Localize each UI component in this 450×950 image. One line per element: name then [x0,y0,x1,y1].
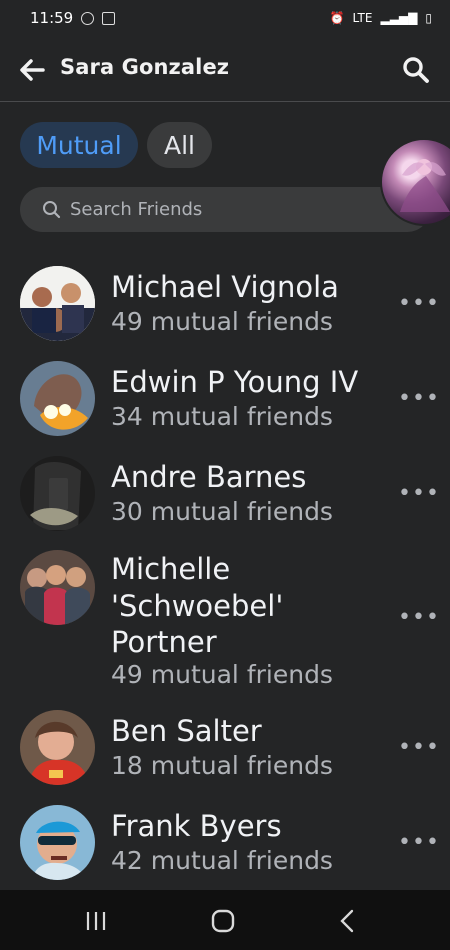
friend-options-button[interactable]: ••• [398,483,439,505]
page-title: Sara Gonzalez [60,55,230,79]
mutual-friends-count: 30 mutual friends [111,497,333,526]
friend-options-button[interactable]: ••• [398,607,439,629]
friend-avatar[interactable] [20,361,95,436]
friend-name[interactable]: Michelle 'Schwoebel' Portner [111,551,376,661]
back-arrow-icon[interactable] [16,54,48,86]
network-label: LTE [352,11,373,25]
friend-name[interactable]: Frank Byers [111,808,282,844]
status-bar: 11:59 ⏰ LTE ▂▃▅▇ ▯ [0,0,450,36]
search-field-icon [43,200,61,218]
home-icon[interactable] [205,905,241,937]
mutual-friends-count: 18 mutual friends [111,751,333,780]
friend-avatar[interactable] [20,550,95,625]
search-icon[interactable] [400,54,432,86]
status-left: 11:59 [30,9,116,27]
friend-name[interactable]: Andre Barnes [111,459,306,495]
friend-avatar[interactable] [20,266,95,341]
mutual-friends-count: 49 mutual friends [111,307,333,336]
tab-all[interactable]: All [147,122,212,168]
friend-name[interactable]: Ben Salter [111,713,262,749]
status-right: ⏰ LTE ▂▃▅▇ ▯ [330,11,432,25]
mutual-friends-count: 49 mutual friends [111,660,333,689]
friend-options-button[interactable]: ••• [398,737,439,759]
battery-icon: ▯ [425,11,432,25]
messenger-notification-icon [81,11,95,25]
friend-avatar[interactable] [20,710,95,785]
image-notification-icon [102,11,116,25]
friend-options-button[interactable]: ••• [398,832,439,854]
signal-icon: ▂▃▅▇ [380,11,418,25]
mutual-friends-count: 34 mutual friends [111,402,333,431]
top-app-bar: Sara Gonzalez [0,38,450,102]
mutual-friends-count: 42 mutual friends [111,846,333,875]
friend-list-item[interactable]: Andre Barnes 30 mutual friends ••• [0,456,450,536]
friend-avatar[interactable] [20,456,95,531]
friend-avatar[interactable] [20,805,95,880]
friend-list-item[interactable]: Edwin P Young IV 34 mutual friends ••• [0,361,450,441]
search-friends-input[interactable]: Search Friends [20,187,430,232]
friend-name[interactable]: Edwin P Young IV [111,364,358,400]
recent-apps-icon[interactable] [78,905,114,937]
friend-list-item[interactable]: Frank Byers 42 mutual friends ••• [0,805,450,885]
friend-options-button[interactable]: ••• [398,388,439,410]
friend-list-item[interactable]: Michelle 'Schwoebel' Portner 49 mutual f… [0,550,450,695]
friend-list-item[interactable]: Michael Vignola 49 mutual friends ••• [0,266,450,346]
tab-mutual[interactable]: Mutual [20,122,138,168]
friend-name[interactable]: Michael Vignola [111,269,339,305]
friend-options-button[interactable]: ••• [398,293,439,315]
status-time: 11:59 [30,9,74,27]
alarm-icon: ⏰ [329,11,345,25]
search-placeholder: Search Friends [70,199,203,220]
friend-list-item[interactable]: Ben Salter 18 mutual friends ••• [0,710,450,790]
system-back-icon[interactable] [330,905,366,937]
android-navigation-bar [0,890,450,950]
